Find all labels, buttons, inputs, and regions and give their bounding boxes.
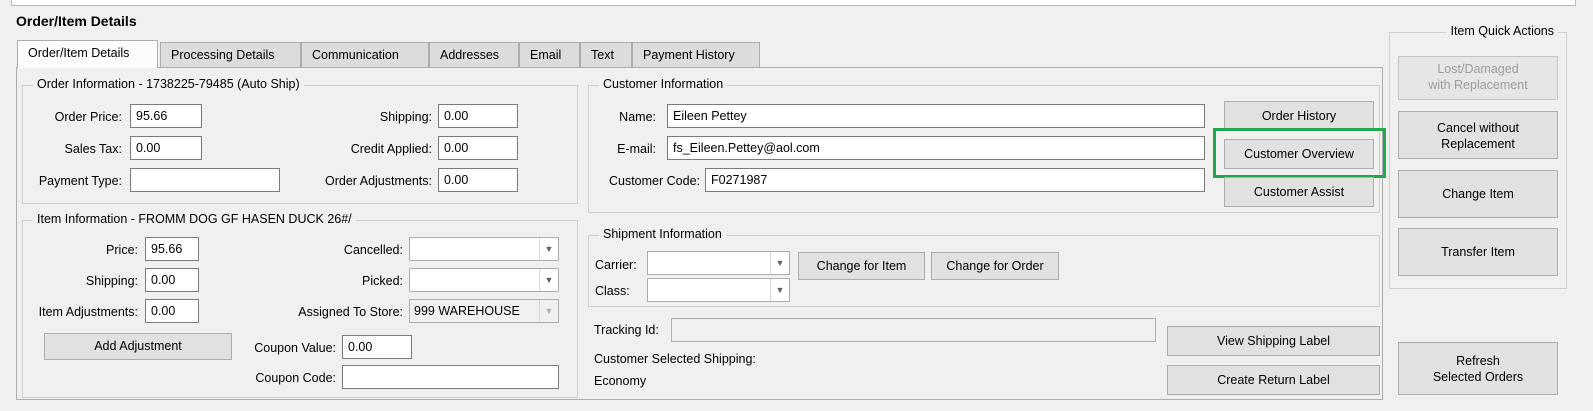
item-adjustments-label: Item Adjustments:	[38, 305, 138, 319]
order-adjustments-label: Order Adjustments:	[325, 174, 432, 188]
change-item-button[interactable]: Change Item	[1398, 170, 1558, 218]
chevron-down-icon[interactable]: ▼	[539, 300, 558, 322]
transfer-item-button[interactable]: Transfer Item	[1398, 228, 1558, 276]
customer-information-legend: Customer Information	[599, 77, 728, 91]
item-shipping-field[interactable]: 0.00	[145, 268, 199, 292]
shipping-field[interactable]: 0.00	[438, 104, 518, 128]
picked-dropdown[interactable]: ▼	[409, 268, 559, 292]
order-adjustments-field[interactable]: 0.00	[438, 168, 518, 192]
top-panel-edge	[11, 0, 1576, 6]
carrier-label: Carrier:	[595, 258, 637, 272]
price-field[interactable]: 95.66	[145, 237, 199, 261]
customer-code-field[interactable]: F0271987	[705, 168, 1205, 192]
customer-assist-button[interactable]: Customer Assist	[1224, 177, 1374, 207]
payment-type-label: Payment Type:	[38, 174, 122, 188]
shipping-label: Shipping:	[379, 110, 432, 124]
cancel-without-replacement-button[interactable]: Cancel without Replacement	[1398, 111, 1558, 159]
picked-label: Picked:	[362, 274, 403, 288]
customer-selected-shipping-value: Economy	[594, 374, 647, 388]
carrier-dropdown[interactable]: ▼	[647, 251, 790, 275]
item-shipping-label: Shipping:	[85, 274, 138, 288]
order-price-field[interactable]: 95.66	[130, 104, 202, 128]
coupon-value-label: Coupon Value:	[254, 341, 336, 355]
cancel-line2: Replacement	[1441, 137, 1515, 151]
refresh-line1: Refresh	[1456, 354, 1500, 368]
chevron-down-icon[interactable]: ▼	[770, 279, 789, 301]
tab-addresses[interactable]: Addresses	[429, 42, 519, 68]
lost-damaged-line2: with Replacement	[1428, 78, 1528, 92]
sales-tax-field[interactable]: 0.00	[130, 136, 202, 160]
tab-order-item-details[interactable]: Order/Item Details	[17, 40, 158, 68]
shipment-information-legend: Shipment Information	[599, 227, 726, 241]
coupon-code-label: Coupon Code:	[255, 371, 336, 385]
class-label: Class:	[595, 284, 630, 298]
price-label: Price:	[106, 243, 138, 257]
credit-applied-label: Credit Applied:	[350, 142, 432, 156]
chevron-down-icon[interactable]: ▼	[539, 238, 558, 260]
cancel-line1: Cancel without	[1437, 121, 1519, 135]
sales-tax-label: Sales Tax:	[64, 142, 122, 156]
tab-processing-details[interactable]: Processing Details	[160, 42, 301, 68]
tab-communication[interactable]: Communication	[301, 42, 429, 68]
credit-applied-field[interactable]: 0.00	[438, 136, 518, 160]
refresh-selected-orders-button[interactable]: Refresh Selected Orders	[1398, 342, 1558, 395]
page-title: Order/Item Details	[16, 13, 137, 29]
order-history-button[interactable]: Order History	[1224, 101, 1374, 131]
item-information-legend: Item Information - FROMM DOG GF HASEN DU…	[33, 212, 356, 226]
email-label: E-mail:	[617, 142, 656, 156]
tracking-id-label: Tracking Id:	[594, 323, 659, 337]
customer-overview-button[interactable]: Customer Overview	[1224, 139, 1374, 169]
chevron-down-icon[interactable]: ▼	[770, 252, 789, 274]
lost-damaged-line1: Lost/Damaged	[1437, 62, 1519, 76]
coupon-value-field[interactable]: 0.00	[342, 335, 412, 359]
view-shipping-label-button[interactable]: View Shipping Label	[1167, 326, 1380, 356]
add-adjustment-button[interactable]: Add Adjustment	[44, 333, 232, 360]
change-for-item-button[interactable]: Change for Item	[798, 252, 925, 280]
customer-selected-shipping-label: Customer Selected Shipping:	[594, 352, 756, 366]
payment-type-field[interactable]	[130, 168, 280, 192]
tab-payment-history[interactable]: Payment History	[632, 42, 760, 68]
order-information-legend: Order Information - 1738225-79485 (Auto …	[33, 77, 304, 91]
item-adjustments-field[interactable]: 0.00	[145, 299, 199, 323]
name-field[interactable]: Eileen Pettey	[667, 104, 1205, 128]
assigned-store-dropdown[interactable]: 999 WAREHOUSE ▼	[409, 299, 559, 323]
coupon-code-field[interactable]	[342, 365, 559, 389]
name-label: Name:	[619, 110, 656, 124]
assigned-store-label: Assigned To Store:	[298, 305, 403, 319]
class-dropdown[interactable]: ▼	[647, 278, 790, 302]
cancelled-label: Cancelled:	[343, 243, 403, 257]
customer-code-label: Customer Code:	[608, 174, 700, 188]
order-price-label: Order Price:	[54, 110, 122, 124]
tab-text[interactable]: Text	[580, 42, 632, 68]
refresh-line2: Selected Orders	[1432, 370, 1524, 384]
item-quick-actions-legend: Item Quick Actions	[1446, 24, 1558, 38]
assigned-store-value: 999 WAREHOUSE	[414, 304, 520, 318]
tab-email[interactable]: Email	[519, 42, 580, 68]
tracking-id-field[interactable]	[671, 318, 1156, 342]
change-for-order-button[interactable]: Change for Order	[931, 252, 1059, 280]
create-return-label-button[interactable]: Create Return Label	[1167, 365, 1380, 395]
cancelled-dropdown[interactable]: ▼	[409, 237, 559, 261]
chevron-down-icon[interactable]: ▼	[539, 269, 558, 291]
lost-damaged-button[interactable]: Lost/Damaged with Replacement	[1398, 56, 1558, 100]
email-field[interactable]: fs_Eileen.Pettey@aol.com	[667, 136, 1205, 160]
